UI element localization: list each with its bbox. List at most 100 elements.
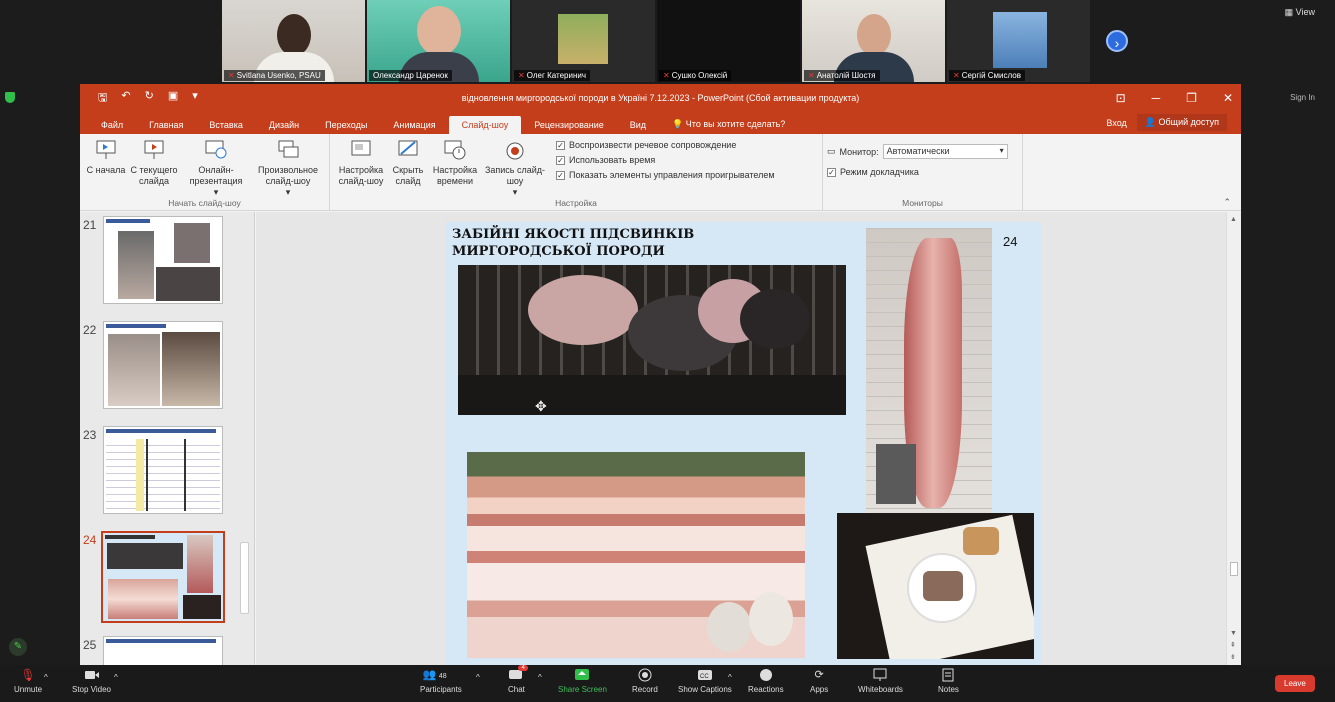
table-snack-photo[interactable] [837, 513, 1034, 659]
monitor-label: Монитор: [839, 146, 879, 157]
view-button[interactable]: ▦ View [1285, 7, 1315, 18]
monitors-group-label: Мониторы [902, 198, 943, 208]
svg-text:CC: CC [700, 674, 709, 680]
slide-24[interactable]: ЗАБІЙНІ ЯКОСТІ ПІДСВИНКІВ МИРГОРОДСЬКОЇ … [445, 222, 1041, 665]
powerpoint-window: 🖫 ↶ ↻ ▣ ▾ відновлення миргородської поро… [80, 84, 1241, 665]
participant-name: ✕ Сушко Олексій [659, 70, 732, 81]
setup-slideshow-icon [349, 138, 373, 162]
smiley-icon [758, 668, 774, 682]
tab-slide-show[interactable]: Слайд-шоу [448, 116, 522, 134]
participant-tile[interactable]: ✕ Олег Катеринич [512, 0, 655, 82]
redo-icon[interactable]: ↻ [145, 89, 154, 108]
share-button[interactable]: 👤 Общий доступ [1136, 114, 1227, 131]
tab-view[interactable]: Вид [617, 116, 659, 134]
participant-tile[interactable]: ✕ Сергій Смислов [947, 0, 1090, 82]
tab-transitions[interactable]: Переходы [312, 116, 380, 134]
tab-animations[interactable]: Анимация [380, 116, 448, 134]
microphone-muted-icon: 🎙 [20, 668, 36, 682]
slide-thumbnail[interactable]: 21 [80, 212, 254, 317]
captions-caret-icon[interactable]: ^ [728, 673, 732, 682]
chat-badge: 4 [518, 665, 528, 671]
tab-home[interactable]: Главная [136, 116, 196, 134]
participants-icon: 👥 48 [422, 669, 447, 681]
show-captions-button[interactable]: CC Show Captions [678, 668, 732, 694]
customize-qat-icon[interactable]: ▾ [192, 89, 198, 108]
video-options-caret-icon[interactable]: ^ [114, 673, 118, 682]
participant-video-strip: ✕ Svitlana Usenko, PSAU Олександр Царенок… [222, 0, 1090, 82]
chat-caret-icon[interactable]: ^ [538, 673, 542, 682]
mic-muted-icon: ✕ [228, 71, 235, 80]
previous-slide-icon[interactable]: ⇞ [1230, 641, 1236, 649]
save-icon[interactable]: 🖫 [98, 89, 107, 108]
apps-button[interactable]: ⟳ Apps [810, 668, 828, 694]
pigs-in-pen-photo[interactable] [458, 265, 846, 415]
participant-tile[interactable]: Олександр Царенок [367, 0, 510, 82]
tab-insert[interactable]: Вставка [196, 116, 255, 134]
sign-in-link[interactable]: Вход [1106, 118, 1126, 128]
record-slideshow-icon [503, 138, 527, 162]
whiteboards-button[interactable]: Whiteboards [858, 668, 903, 694]
play-narrations-checkbox[interactable]: ✓ Воспроизвести речевое сопровождение [556, 140, 775, 150]
monitors-group: ▭ Монитор: Автоматически ✓Режим докладчи… [823, 134, 1023, 210]
slideshow-icon[interactable]: ▣ [168, 89, 178, 108]
slide-thumbnail[interactable]: 22 [80, 317, 254, 422]
participants-caret-icon[interactable]: ^ [476, 673, 480, 682]
audio-options-caret-icon[interactable]: ^ [44, 673, 48, 682]
restore-icon[interactable]: ❐ [1186, 91, 1197, 105]
record-icon [637, 668, 653, 682]
slide-thumbnail[interactable]: 25 [80, 632, 254, 665]
ribbon-display-icon[interactable]: ⊡ [1116, 91, 1126, 105]
collapse-ribbon-icon[interactable]: ⌃ [1223, 197, 1231, 208]
share-screen-icon [574, 668, 590, 682]
undo-icon[interactable]: ↶ [121, 89, 130, 108]
rehearse-timings-icon [443, 138, 467, 162]
scroll-down-icon[interactable]: ▼ [1230, 630, 1237, 637]
ribbon: С начала С текущего слайда Онлайн-презен… [80, 134, 1241, 211]
use-timings-checkbox[interactable]: ✓ Использовать время [556, 155, 775, 165]
tab-review[interactable]: Рецензирование [521, 116, 617, 134]
unmute-button[interactable]: 🎙 Unmute [14, 668, 42, 694]
participant-tile[interactable]: ✕ Svitlana Usenko, PSAU [222, 0, 365, 82]
canvas-vertical-scrollbar[interactable]: ▲ ▼ ⇞ ⇟ [1226, 212, 1241, 665]
slide-number: 24 [1003, 234, 1018, 249]
next-participants-arrow-icon[interactable]: › [1106, 30, 1128, 52]
share-screen-button[interactable]: Share Screen [558, 668, 607, 694]
reactions-button[interactable]: Reactions [748, 668, 784, 694]
setup-group: Настройка слайд-шоу Скрыть слайд Настрой… [330, 134, 823, 210]
leave-meeting-button[interactable]: Leave [1275, 675, 1315, 692]
notes-button[interactable]: Notes [938, 668, 959, 694]
participants-button[interactable]: 👥 48 Participants [420, 668, 462, 694]
security-shield-icon[interactable] [5, 92, 15, 103]
scroll-up-icon[interactable]: ▲ [1230, 216, 1237, 223]
slide-thumbnail[interactable]: 23 [80, 422, 254, 527]
quick-access-toolbar: 🖫 ↶ ↻ ▣ ▾ [80, 89, 198, 108]
participant-tile[interactable]: ✕ Анатолій Шостя [802, 0, 945, 82]
pig-carcass-photo[interactable] [866, 228, 992, 514]
pork-fat-photo[interactable] [467, 452, 805, 658]
thumbnail-scrollbar[interactable] [240, 542, 249, 614]
window-controls: ⊡ ─ ❐ ✕ [1116, 84, 1233, 112]
apps-icon: ⟳ [814, 669, 824, 681]
scrollbar-thumb[interactable] [1230, 562, 1238, 576]
participant-name: ✕ Сергій Смислов [949, 70, 1025, 81]
record-button[interactable]: Record [632, 668, 658, 694]
slide-thumbnail-selected[interactable]: 24 [80, 527, 254, 632]
tab-design[interactable]: Дизайн [256, 116, 312, 134]
sign-in-link[interactable]: Sign In [1290, 93, 1315, 102]
annotate-pencil-icon[interactable]: ✎ [9, 638, 27, 656]
show-media-controls-checkbox[interactable]: ✓ Показать элементы управления проигрыват… [556, 170, 775, 180]
chat-button[interactable]: 4 Chat [508, 665, 528, 694]
participant-tile[interactable]: ✕ Сушко Олексій [657, 0, 800, 82]
document-title: відновлення миргородської породи в Украї… [461, 93, 860, 103]
close-icon[interactable]: ✕ [1223, 91, 1233, 105]
next-slide-icon[interactable]: ⇟ [1230, 653, 1236, 661]
presenter-view-checkbox[interactable]: ✓ Режим докладчика [827, 167, 1008, 177]
stop-video-button[interactable]: Stop Video [72, 668, 111, 694]
minimize-icon[interactable]: ─ [1152, 91, 1161, 105]
tab-file[interactable]: Файл [88, 116, 136, 134]
monitor-select[interactable]: Автоматически [882, 144, 1008, 159]
tell-me-box[interactable]: 💡 Что вы хотите сделать? [659, 115, 798, 134]
move-cursor-icon: ✥ [535, 398, 547, 414]
whiteboard-icon [872, 668, 888, 682]
custom-slideshow-icon [276, 138, 300, 162]
